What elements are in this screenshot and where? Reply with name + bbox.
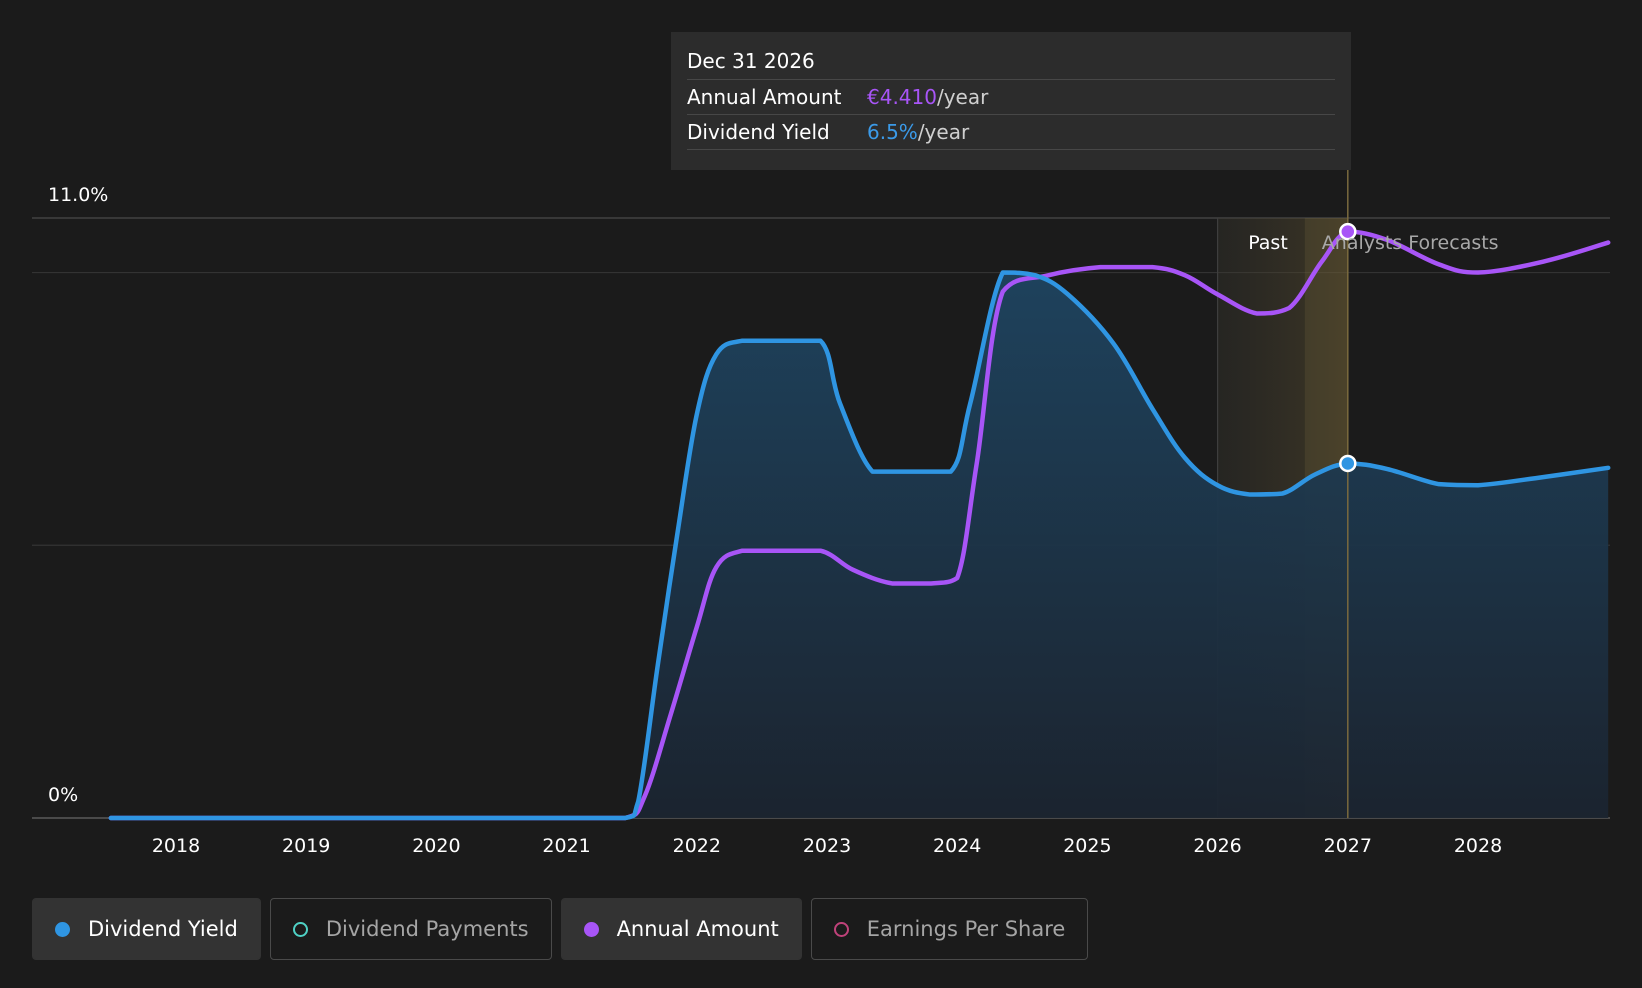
annual-amount-dot-icon <box>583 921 599 937</box>
tooltip-row-dividend-yield: Dividend Yield 6.5% /year <box>687 115 1335 150</box>
legend-label: Earnings Per Share <box>866 917 1066 941</box>
x-tick-label: 2023 <box>803 835 851 857</box>
analysts-forecasts-label: Analysts Forecasts <box>1322 232 1499 254</box>
x-tick-label: 2024 <box>933 835 981 857</box>
x-tick-label: 2018 <box>152 835 200 857</box>
tooltip-key: Annual Amount <box>687 85 842 109</box>
tooltip-key: Dividend Yield <box>687 120 830 144</box>
x-tick-label: 2020 <box>412 835 460 857</box>
y-axis: 11.0% 0% <box>48 184 108 806</box>
legend-label: Annual Amount <box>616 917 779 941</box>
past-label: Past <box>1248 232 1288 254</box>
tooltip-date: Dec 31 2026 <box>687 47 1335 80</box>
dividend-yield-dot-icon <box>55 921 70 937</box>
legend-dividend-payments-button[interactable]: Dividend Payments <box>269 898 552 960</box>
legend-label: Dividend Payments <box>325 917 529 941</box>
legend: Dividend Yield Dividend Payments Annual … <box>32 898 1089 960</box>
x-tick-label: 2022 <box>673 835 721 857</box>
y-tick-label: 0% <box>48 784 78 806</box>
dividend-yield-marker <box>1339 454 1357 473</box>
earnings-per-share-ring-icon <box>833 921 849 937</box>
legend-annual-amount-button[interactable]: Annual Amount <box>560 898 802 960</box>
legend-earnings-per-share-button[interactable]: Earnings Per Share <box>810 898 1089 960</box>
dividend-payments-ring-icon <box>292 921 308 937</box>
tooltip-unit: /year <box>917 120 970 144</box>
x-tick-label: 2027 <box>1324 835 1372 857</box>
tooltip-unit: /year <box>936 85 989 109</box>
x-tick-label: 2028 <box>1454 835 1502 857</box>
tooltip-value: €4.410 <box>867 85 937 109</box>
tooltip-row-annual-amount: Annual Amount €4.410 /year <box>687 80 1335 115</box>
x-tick-label: 2021 <box>542 835 590 857</box>
y-tick-label: 11.0% <box>48 184 108 206</box>
x-tick-label: 2026 <box>1193 835 1241 857</box>
x-tick-label: 2019 <box>282 835 330 857</box>
x-axis: 2018 2019 2020 2021 2022 2023 2024 2025 2026 2027… <box>152 835 1502 857</box>
x-tick-label: 2025 <box>1063 835 1111 857</box>
tooltip-value: 6.5% <box>867 120 918 144</box>
legend-dividend-yield-button[interactable]: Dividend Yield <box>32 898 261 960</box>
legend-label: Dividend Yield <box>88 917 238 941</box>
tooltip: Dec 31 2026 Annual Amount €4.410 /year D… <box>671 32 1351 170</box>
region-labels: Past Analysts Forecasts <box>1248 232 1498 254</box>
